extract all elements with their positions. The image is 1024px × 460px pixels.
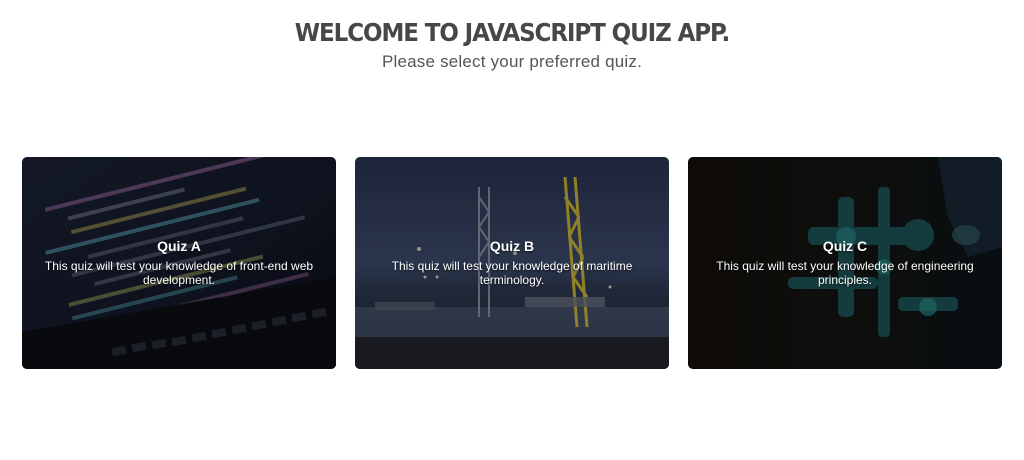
- quiz-card-b-body: Quiz B This quiz will test your knowledg…: [355, 237, 669, 287]
- quiz-card-a-body: Quiz A This quiz will test your knowledg…: [22, 237, 336, 287]
- quiz-card-a-description: This quiz will test your knowledge of fr…: [44, 259, 314, 287]
- page-title: WELCOME TO JAVASCRIPT QUIZ APP.: [294, 18, 731, 47]
- quiz-card-c[interactable]: Quiz C This quiz will test your knowledg…: [688, 157, 1002, 369]
- quiz-card-a[interactable]: Quiz A This quiz will test your knowledg…: [22, 157, 336, 369]
- page-subtitle: Please select your preferred quiz.: [381, 52, 643, 71]
- quiz-card-c-body: Quiz C This quiz will test your knowledg…: [688, 237, 1002, 287]
- quiz-card-c-title: Quiz C: [822, 238, 868, 254]
- quiz-card-list: Quiz A This quiz will test your knowledg…: [22, 157, 1002, 369]
- quiz-card-b-title: Quiz B: [489, 238, 535, 254]
- quiz-card-c-description: This quiz will test your knowledge of en…: [716, 259, 974, 287]
- quiz-card-a-title: Quiz A: [157, 238, 201, 254]
- quiz-card-b-description: This quiz will test your knowledge of ma…: [391, 259, 633, 287]
- page-header: WELCOME TO JAVASCRIPT QUIZ APP. Please s…: [0, 14, 1024, 72]
- quiz-card-b[interactable]: Quiz B This quiz will test your knowledg…: [355, 157, 669, 369]
